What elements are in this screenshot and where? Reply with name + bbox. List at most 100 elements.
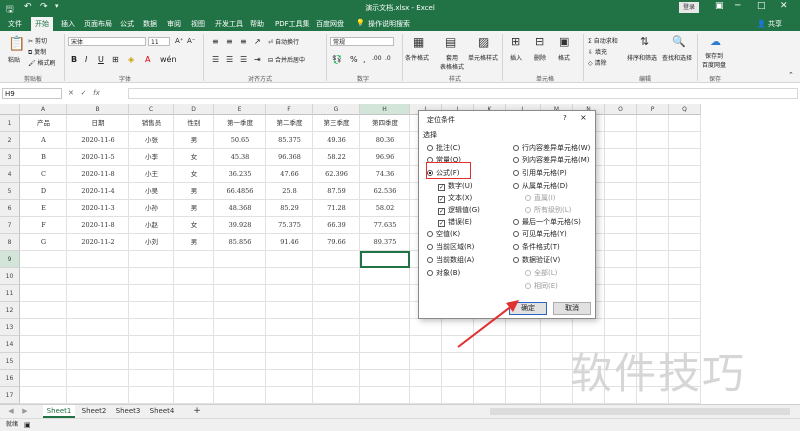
tab-insert[interactable]: 插入 [61, 19, 75, 29]
share-button[interactable]: 👤 共享 [757, 19, 782, 29]
comma-button[interactable]: , [363, 55, 366, 64]
row-header[interactable]: 3 [0, 149, 20, 166]
name-box[interactable]: H9 [2, 88, 62, 99]
cell[interactable]: 女 [174, 166, 214, 183]
grow-font-icon[interactable]: A⁺ [175, 37, 183, 45]
insert-cells-icon[interactable]: ⊞ [511, 35, 520, 48]
font-color-icon[interactable]: A [145, 55, 150, 64]
paste-icon[interactable]: 📋 [8, 36, 25, 52]
cell[interactable]: 小张 [129, 132, 174, 149]
font-size-select[interactable]: 11 [148, 37, 170, 46]
format-cells-button[interactable]: 格式 [558, 53, 570, 62]
option-blanks[interactable]: 空值(K) [427, 229, 460, 239]
cell[interactable]: 2020-11-3 [67, 200, 129, 217]
tab-home[interactable]: 开始 [31, 17, 53, 32]
option-conditional-formats[interactable]: 条件格式(T) [513, 242, 560, 252]
minimize-icon[interactable]: ─ [735, 1, 740, 11]
option-row-differences[interactable]: 行内容差异单元格(W) [513, 143, 590, 153]
maximize-icon[interactable]: □ [757, 1, 766, 11]
copy-button[interactable]: ⧉ 复制 [28, 47, 46, 57]
cell[interactable]: 小孙 [129, 200, 174, 217]
sheet-tab-sheet2[interactable]: Sheet2 [78, 405, 110, 418]
row-header[interactable]: 12 [0, 302, 20, 319]
cell[interactable]: 85.375 [266, 132, 313, 149]
cell[interactable]: 62.536 [360, 183, 410, 200]
selected-cell[interactable] [360, 251, 410, 268]
tab-help[interactable]: 帮助 [250, 19, 264, 29]
format-cells-icon[interactable]: ▣ [559, 35, 569, 48]
orientation-icon[interactable]: ↗ [254, 37, 261, 46]
column-header[interactable]: O [605, 104, 637, 115]
cell[interactable]: 男 [174, 132, 214, 149]
column-header[interactable]: H [360, 104, 410, 115]
format-as-table-icon[interactable]: ▤ [445, 35, 456, 49]
number-format-select[interactable]: 常规 [330, 37, 394, 46]
align-middle-icon[interactable]: ≡ [226, 37, 233, 46]
underline-button[interactable]: U [98, 55, 104, 64]
cell[interactable]: A [20, 132, 67, 149]
delete-cells-icon[interactable]: ⊟ [535, 35, 544, 48]
increase-decimal-icon[interactable]: .00 [372, 55, 382, 62]
cell[interactable]: 58.22 [313, 149, 360, 166]
sort-filter-button[interactable]: 排序和筛选 [627, 53, 657, 62]
fill-button[interactable]: ⇩ 填充 [588, 47, 607, 56]
cell[interactable]: 39.928 [214, 217, 266, 234]
scroll-left-icon[interactable]: ◀ [6, 405, 16, 418]
cell[interactable]: E [20, 200, 67, 217]
row-header[interactable]: 7 [0, 217, 20, 234]
align-center-icon[interactable]: ☰ [226, 55, 233, 64]
align-left-icon[interactable]: ☰ [212, 55, 219, 64]
cell[interactable]: 71.28 [313, 200, 360, 217]
cell[interactable]: 小吴 [129, 183, 174, 200]
cell[interactable]: 女 [174, 149, 214, 166]
cancel-button[interactable]: 取消 [553, 302, 591, 315]
cancel-icon[interactable]: ✕ [68, 89, 74, 97]
autosum-button[interactable]: Σ 自动求和 [588, 36, 618, 45]
row-header[interactable]: 16 [0, 370, 20, 387]
cell[interactable]: 66.4856 [214, 183, 266, 200]
help-button[interactable]: ? [563, 114, 567, 122]
row-header[interactable]: 4 [0, 166, 20, 183]
tab-pdf-tools[interactable]: PDF工具集 [275, 19, 310, 29]
tab-data[interactable]: 数据 [143, 19, 157, 29]
option-objects[interactable]: 对象(B) [427, 268, 460, 278]
cell[interactable]: C [20, 166, 67, 183]
option-current-region[interactable]: 当前区域(R) [427, 242, 474, 252]
tab-baidu-netdisk[interactable]: 百度网盘 [316, 19, 344, 29]
cell[interactable]: 77.635 [360, 217, 410, 234]
cell[interactable]: 男 [174, 200, 214, 217]
row-header[interactable]: 13 [0, 319, 20, 336]
checkbox-numbers[interactable]: ✓ 数字(U) [438, 181, 473, 191]
column-header[interactable]: P [637, 104, 669, 115]
row-header[interactable]: 6 [0, 200, 20, 217]
option-data-validation[interactable]: 数据验证(V) [513, 255, 560, 265]
option-precedents[interactable]: 引用单元格(P) [513, 168, 567, 178]
cell[interactable]: 产品 [20, 115, 67, 132]
row-header[interactable]: 11 [0, 285, 20, 302]
row-header[interactable]: 14 [0, 336, 20, 353]
cell[interactable]: 49.36 [313, 132, 360, 149]
cell[interactable]: 66.39 [313, 217, 360, 234]
dialog-close-button[interactable]: × [580, 113, 587, 122]
cell[interactable]: 性别 [174, 115, 214, 132]
tab-file[interactable]: 文件 [8, 19, 22, 29]
option-visible-cells[interactable]: 可见单元格(Y) [513, 229, 567, 239]
sheet-tab-sheet3[interactable]: Sheet3 [112, 405, 144, 418]
percent-button[interactable]: % [350, 55, 358, 64]
row-header[interactable]: 15 [0, 353, 20, 370]
conditional-format-button[interactable]: 条件格式 [405, 53, 429, 62]
tab-formulas[interactable]: 公式 [120, 19, 134, 29]
cell[interactable]: 75.375 [266, 217, 313, 234]
align-top-icon[interactable]: ≡ [212, 37, 219, 46]
cell[interactable]: B [20, 149, 67, 166]
cell-styles-icon[interactable]: ▨ [478, 35, 489, 49]
sheet-tab-sheet4[interactable]: Sheet4 [146, 405, 178, 418]
fill-color-icon[interactable]: ◈ [128, 55, 134, 64]
decrease-decimal-icon[interactable]: .0 [385, 55, 391, 62]
format-painter-button[interactable]: 🖌 格式刷 [28, 58, 56, 67]
column-header[interactable]: G [313, 104, 360, 115]
find-select-icon[interactable]: 🔍 [672, 35, 686, 48]
cell[interactable]: 小刘 [129, 234, 174, 251]
cloud-save-icon[interactable]: ☁ [710, 35, 721, 48]
cell[interactable]: 2020-11-5 [67, 149, 129, 166]
